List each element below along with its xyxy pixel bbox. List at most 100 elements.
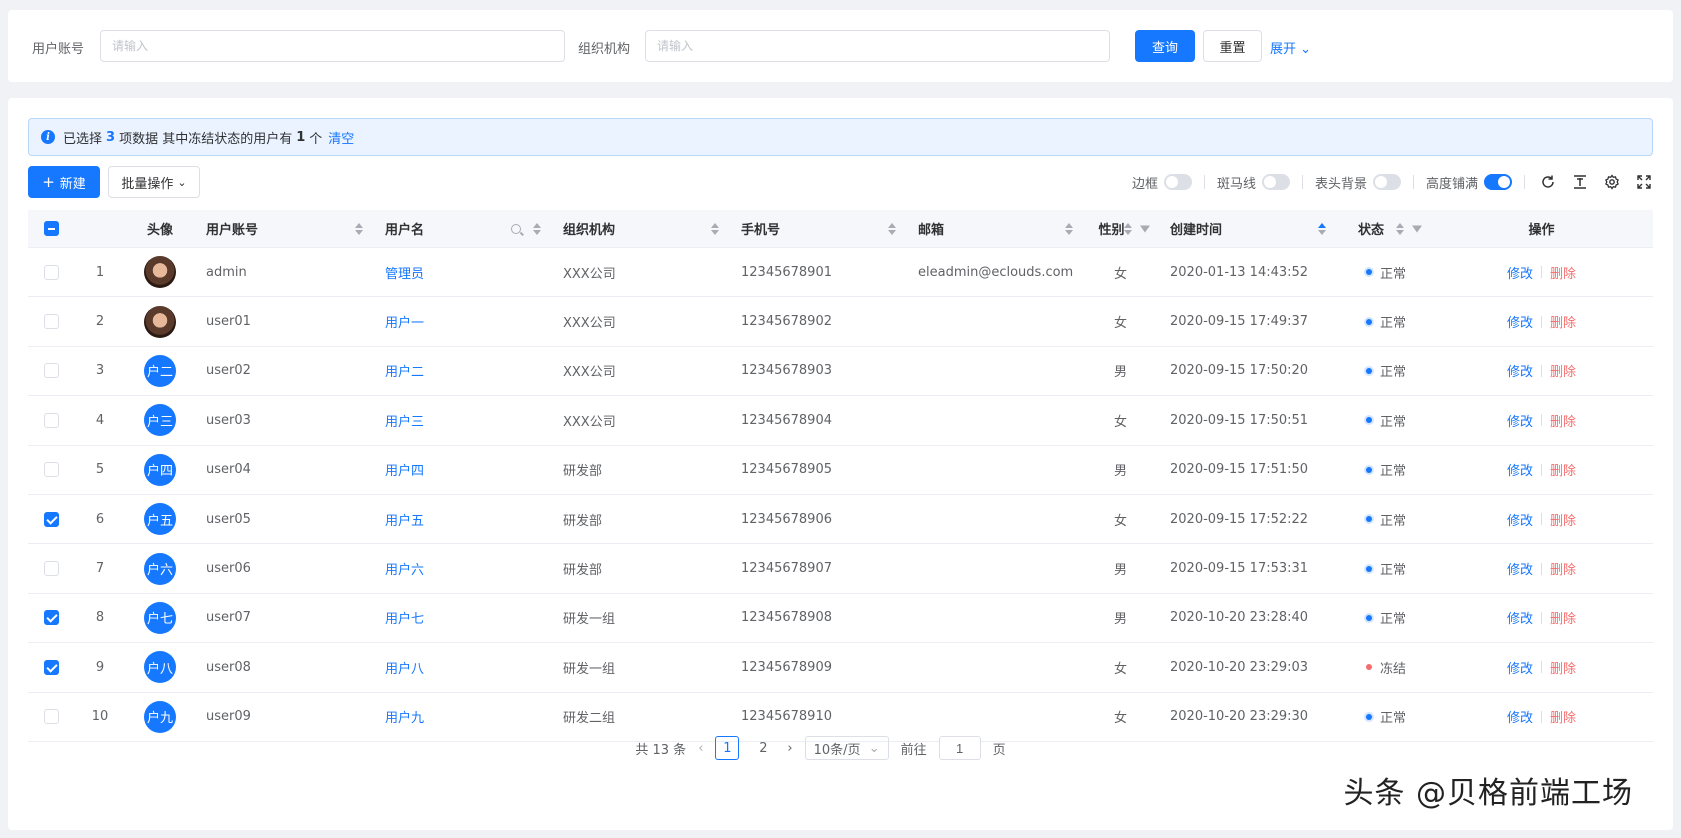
density-icon[interactable] — [1571, 173, 1589, 191]
org-cell: 研发部 — [563, 513, 603, 529]
table-body: 1 admin 管理员 XXX公司 12345678901 eleadmin@ecloud… — [28, 248, 1653, 742]
edit-link[interactable]: 修改 — [1507, 658, 1533, 677]
prev-page-icon[interactable]: ‹ — [698, 741, 703, 756]
delete-link[interactable]: 删除 — [1550, 263, 1576, 282]
border-label: 边框 — [1131, 176, 1158, 192]
created-cell: 2020-09-15 17:51:50 — [1170, 462, 1309, 478]
stripe-label: 斑马线 — [1216, 176, 1256, 192]
username-link[interactable]: 用户四 — [385, 460, 424, 479]
sex-cell: 男 — [1113, 464, 1127, 480]
settings-icon[interactable] — [1603, 173, 1621, 191]
select-all-checkbox[interactable] — [43, 221, 59, 236]
goto-page-input[interactable] — [938, 736, 981, 760]
batch-button[interactable]: 批量操作 ⌄ — [108, 166, 200, 198]
status-dot — [1366, 713, 1372, 720]
org-input[interactable] — [645, 30, 1110, 62]
chevron-down-icon: ⌄ — [868, 740, 880, 756]
expand-link[interactable]: 展开 ⌄ — [1270, 38, 1311, 57]
username-link[interactable]: 用户一 — [385, 312, 424, 331]
sort-icon[interactable] — [711, 222, 719, 235]
username-link[interactable]: 用户二 — [385, 361, 424, 380]
username-link[interactable]: 管理员 — [385, 263, 424, 282]
sort-icon[interactable] — [888, 222, 896, 235]
sort-icon[interactable] — [1124, 222, 1132, 235]
status-badge: 正常 — [1380, 266, 1407, 282]
page-size-select[interactable]: 10条/页 ⌄ — [804, 736, 889, 760]
account-input[interactable] — [100, 30, 565, 62]
query-button[interactable]: 查询 — [1135, 30, 1195, 62]
email-cell: eleadmin@eclouds.com — [918, 264, 1074, 280]
status-badge: 正常 — [1380, 711, 1407, 727]
frozen-count: 1 — [296, 129, 306, 145]
fullscreen-icon[interactable] — [1635, 173, 1653, 191]
row-checkbox[interactable] — [43, 561, 59, 577]
row-checkbox[interactable] — [43, 412, 59, 428]
header-bg-switch[interactable] — [1372, 174, 1401, 190]
username-link[interactable]: 用户八 — [385, 658, 424, 677]
edit-link[interactable]: 修改 — [1507, 608, 1533, 627]
edit-link[interactable]: 修改 — [1507, 707, 1533, 726]
search-icon[interactable] — [511, 223, 521, 234]
edit-link[interactable]: 修改 — [1507, 460, 1533, 479]
sort-icon[interactable] — [1065, 222, 1073, 235]
edit-link[interactable]: 修改 — [1507, 361, 1533, 380]
username-link[interactable]: 用户九 — [385, 707, 424, 726]
edit-link[interactable]: 修改 — [1507, 559, 1533, 578]
avatar: 户三 — [144, 404, 176, 437]
row-index: 4 — [95, 412, 105, 428]
delete-link[interactable]: 删除 — [1550, 460, 1576, 479]
username-link[interactable]: 用户五 — [385, 510, 424, 529]
row-checkbox[interactable] — [43, 659, 59, 675]
table-row: 1 admin 管理员 XXX公司 12345678901 eleadmin@ecloud… — [28, 248, 1653, 298]
plus-icon: + — [42, 173, 55, 191]
delete-link[interactable]: 删除 — [1550, 312, 1576, 331]
delete-link[interactable]: 删除 — [1550, 559, 1576, 578]
username-link[interactable]: 用户六 — [385, 559, 424, 578]
username-link[interactable]: 用户三 — [385, 411, 424, 430]
edit-link[interactable]: 修改 — [1507, 312, 1533, 331]
account-cell: user08 — [206, 659, 251, 675]
sort-icon[interactable] — [1396, 222, 1404, 235]
username-link[interactable]: 用户七 — [385, 608, 424, 627]
index-header — [74, 210, 126, 247]
row-checkbox[interactable] — [43, 363, 59, 379]
created-header: 创建时间 — [1170, 223, 1223, 238]
sort-icon[interactable] — [1318, 222, 1326, 235]
row-checkbox[interactable] — [43, 610, 59, 626]
row-checkbox[interactable] — [43, 462, 59, 478]
edit-link[interactable]: 修改 — [1507, 411, 1533, 430]
delete-link[interactable]: 删除 — [1550, 707, 1576, 726]
delete-link[interactable]: 删除 — [1550, 608, 1576, 627]
table-row: 4 户三 user03 用户三 XXX公司 12345678904 女 2020-09-15 … — [28, 396, 1653, 446]
row-checkbox[interactable] — [43, 264, 59, 280]
reset-button[interactable]: 重置 — [1203, 30, 1262, 62]
row-checkbox[interactable] — [43, 709, 59, 725]
row-checkbox[interactable] — [43, 314, 59, 330]
clear-selection-link[interactable]: 清空 — [328, 128, 354, 147]
stripe-switch[interactable] — [1261, 174, 1290, 190]
sex-cell: 女 — [1113, 266, 1127, 282]
new-button[interactable]: + 新建 — [28, 166, 100, 198]
edit-link[interactable]: 修改 — [1507, 510, 1533, 529]
search-panel: 用户账号 组织机构 查询 重置 展开 ⌄ — [8, 10, 1673, 82]
page-2[interactable]: 2 — [751, 736, 775, 760]
page-unit: 页 — [992, 742, 1006, 758]
row-checkbox[interactable] — [43, 511, 59, 527]
next-page-icon[interactable]: › — [787, 741, 792, 756]
filter-icon[interactable] — [1412, 225, 1422, 232]
edit-link[interactable]: 修改 — [1507, 263, 1533, 282]
status-badge: 正常 — [1380, 365, 1407, 381]
delete-link[interactable]: 删除 — [1550, 411, 1576, 430]
alert-prefix: 已选择 — [63, 131, 103, 147]
filter-icon[interactable] — [1140, 225, 1150, 232]
sort-icon[interactable] — [533, 222, 541, 235]
delete-link[interactable]: 删除 — [1550, 658, 1576, 677]
height-fill-switch[interactable] — [1484, 174, 1512, 190]
sort-icon[interactable] — [355, 222, 363, 235]
refresh-icon[interactable] — [1539, 173, 1557, 191]
border-switch[interactable] — [1163, 174, 1192, 190]
delete-link[interactable]: 删除 — [1550, 361, 1576, 380]
page-1[interactable]: 1 — [715, 736, 740, 760]
phone-cell: 12345678910 — [741, 709, 832, 725]
delete-link[interactable]: 删除 — [1550, 510, 1576, 529]
